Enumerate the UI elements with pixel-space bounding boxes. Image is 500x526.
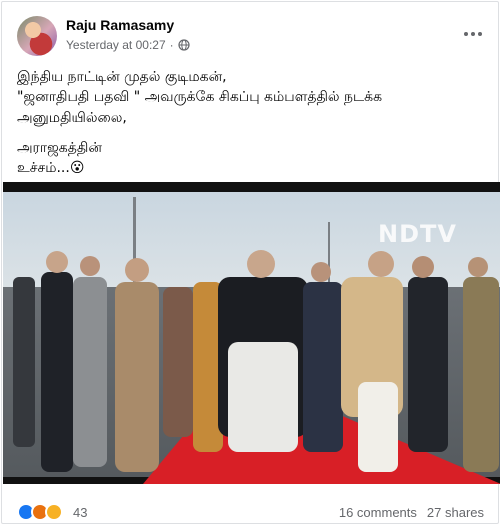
reactions-summary[interactable]: 43 <box>17 503 87 521</box>
post-timestamp[interactable]: Yesterday at 00:27 <box>66 38 166 52</box>
reaction-icons[interactable] <box>17 503 63 521</box>
shares-count[interactable]: 27 shares <box>427 505 484 520</box>
post-text-line-3: அனுமதியில்லை, <box>17 109 127 126</box>
haha-icon[interactable] <box>45 503 63 521</box>
post-header: Raju Ramasamy Yesterday at 00:27 · <box>17 14 487 58</box>
post-text-line-2: "ஜனாதிபதி பதவி " அவருக்கே சிகப்பு கம்பளத… <box>17 89 383 106</box>
people-group <box>13 250 499 472</box>
author-name[interactable]: Raju Ramasamy <box>66 17 174 33</box>
post-text: இந்திய நாட்டின் முதல் குடிமகன், "ஜனாதிபத… <box>17 67 487 178</box>
post-text-line-4: அராஜகத்தின் <box>17 139 102 156</box>
meta-separator: · <box>169 38 174 52</box>
comments-count[interactable]: 16 comments <box>339 505 417 520</box>
more-options-icon[interactable] <box>461 24 485 44</box>
video-watermark: NDTV <box>378 220 457 248</box>
reaction-count[interactable]: 43 <box>73 505 87 520</box>
post-text-line-5: உச்சம்...😮 <box>17 160 85 177</box>
post-card: Raju Ramasamy Yesterday at 00:27 · இந்தி… <box>1 1 500 524</box>
avatar[interactable] <box>17 16 57 56</box>
engagement-stats: 16 comments 27 shares <box>339 505 484 520</box>
post-text-line-1: இந்திய நாட்டின் முதல் குடிமகன், <box>17 69 227 85</box>
post-meta: Yesterday at 00:27 · <box>66 38 190 52</box>
post-video[interactable]: NDTV <box>3 182 500 484</box>
globe-icon[interactable] <box>178 39 190 51</box>
